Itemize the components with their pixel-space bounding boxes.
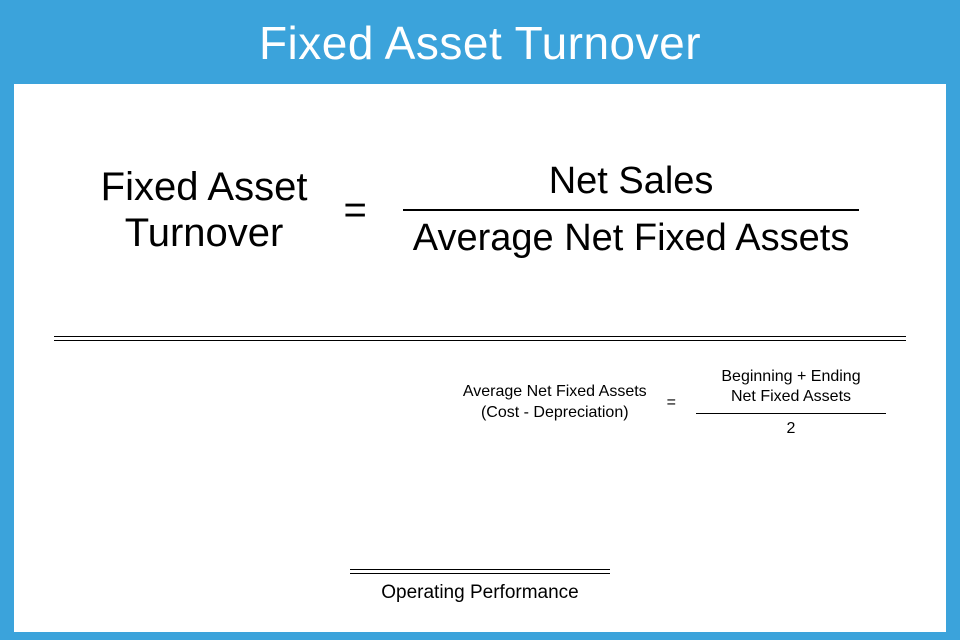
sub-denominator: 2 — [779, 414, 804, 440]
formula-numerator: Net Sales — [539, 154, 724, 209]
header: Fixed Asset Turnover — [0, 0, 960, 84]
footer-label: Operating Performance — [350, 582, 610, 604]
equals-sign: = — [343, 188, 366, 233]
formula-lhs-line2: Turnover — [101, 210, 308, 256]
main-formula: Fixed Asset Turnover = Net Sales Average… — [14, 154, 946, 266]
formula-lhs: Fixed Asset Turnover — [101, 164, 308, 256]
sub-fraction: Beginning + Ending Net Fixed Assets 2 — [696, 365, 886, 440]
footer: Operating Performance — [350, 569, 610, 604]
sub-numerator: Beginning + Ending Net Fixed Assets — [713, 365, 868, 413]
formula-denominator: Average Net Fixed Assets — [403, 211, 860, 266]
formula-lhs-line1: Fixed Asset — [101, 164, 308, 210]
sub-formula: Average Net Fixed Assets (Cost - Depreci… — [14, 341, 946, 440]
content-panel: Fixed Asset Turnover = Net Sales Average… — [14, 84, 946, 632]
sub-formula-lhs: Average Net Fixed Assets (Cost - Depreci… — [463, 382, 647, 424]
page-title: Fixed Asset Turnover — [0, 16, 960, 70]
sub-lhs-line2: (Cost - Depreciation) — [463, 403, 647, 424]
formula-fraction: Net Sales Average Net Fixed Assets — [403, 154, 860, 266]
sub-equals-sign: = — [667, 394, 676, 412]
footer-double-rule — [350, 569, 610, 574]
sub-lhs-line1: Average Net Fixed Assets — [463, 382, 647, 403]
sub-num-line1: Beginning + Ending — [721, 367, 860, 387]
sub-num-line2: Net Fixed Assets — [721, 387, 860, 407]
